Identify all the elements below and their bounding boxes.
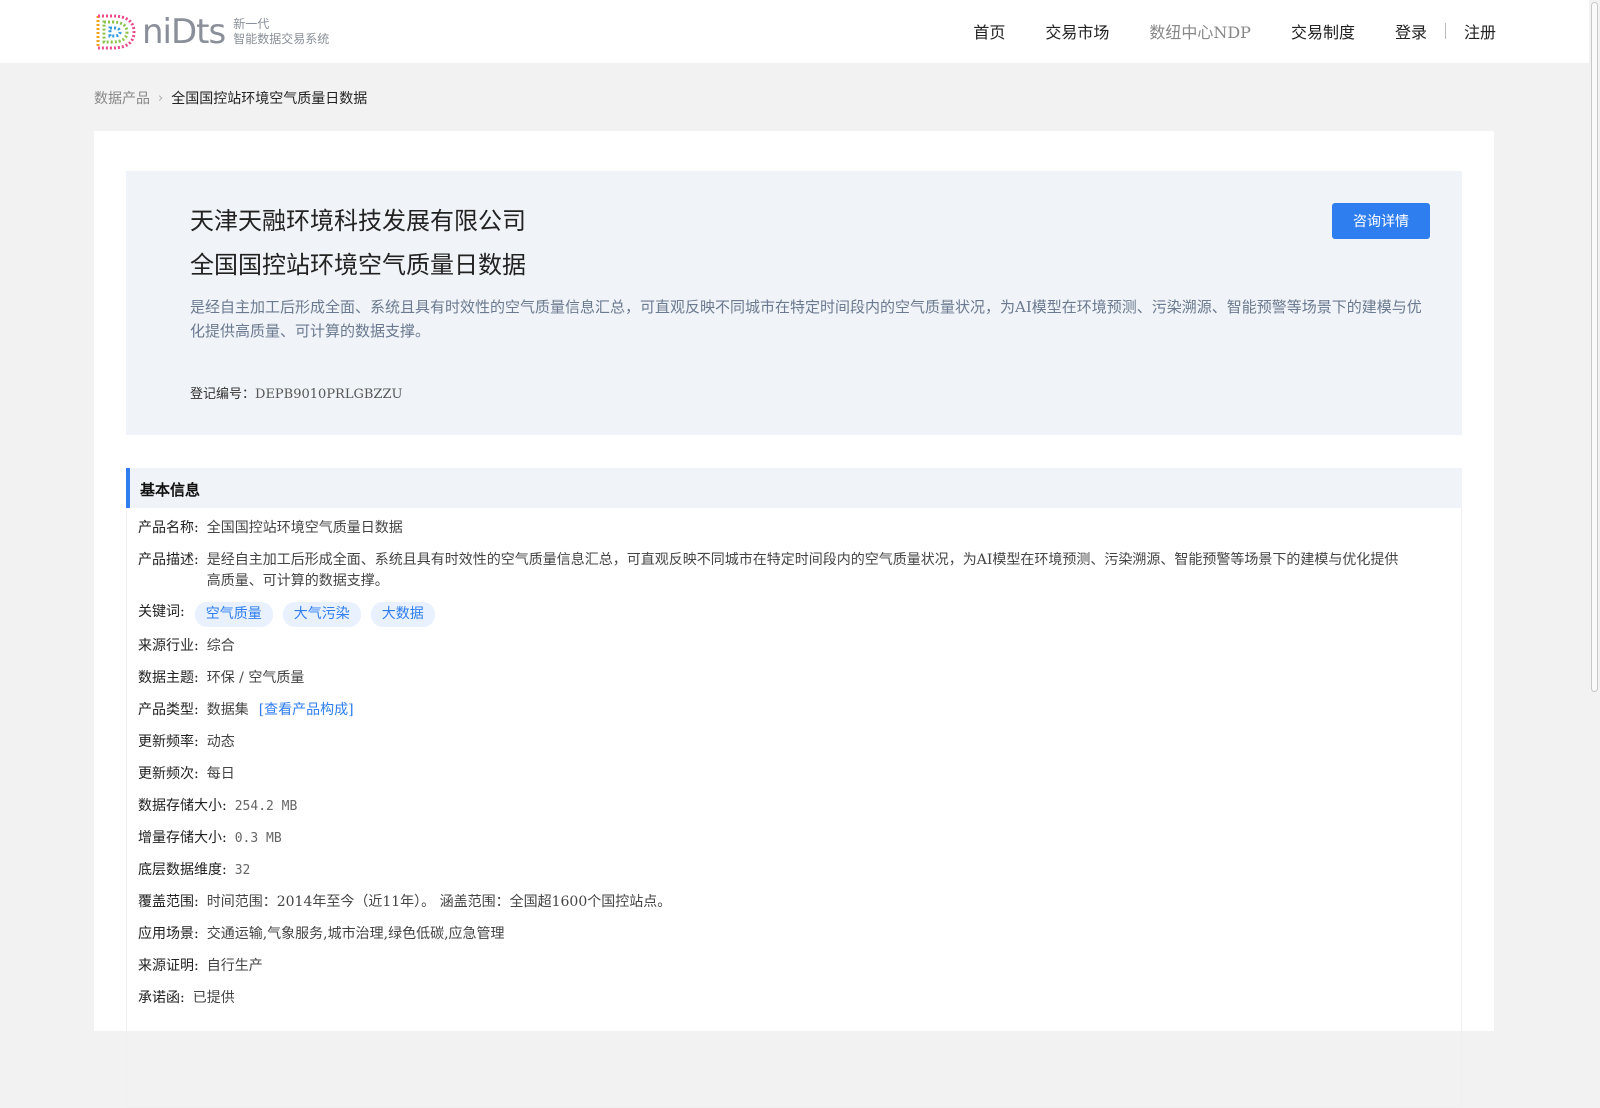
product-hero: 天津天融环境科技发展有限公司 全国国控站环境空气质量日数据 是经自主加工后形成全… bbox=[126, 171, 1462, 435]
value-update-times: 每日 bbox=[206, 766, 235, 782]
value-promise: 已提供 bbox=[192, 990, 235, 1006]
top-header: niDts 新一代 智能数据交易系统 首页 交易市场 数纽中心NDP 交易制度 … bbox=[0, 0, 1600, 63]
product-title: 全国国控站环境空气质量日数据 bbox=[190, 251, 526, 279]
keyword-tag[interactable]: 空气质量 bbox=[194, 602, 273, 627]
value-update-freq: 动态 bbox=[206, 734, 235, 750]
register-link[interactable]: 注册 bbox=[1464, 19, 1496, 43]
chevron-right-icon: › bbox=[158, 90, 164, 106]
section-title: 基本信息 bbox=[140, 481, 201, 499]
reg-label: 登记编号： bbox=[190, 387, 256, 402]
row-dimension: 底层数据维度: 32 bbox=[138, 860, 250, 881]
value-storage: 254.2 MB bbox=[234, 799, 298, 814]
breadcrumb-parent[interactable]: 数据产品 bbox=[94, 88, 150, 108]
value-dimension: 32 bbox=[234, 863, 251, 878]
value-coverage: 时间范围：2014年至今（近11年）。 涵盖范围：全国超1600个国控站点。 bbox=[206, 894, 672, 910]
row-promise: 承诺函: 已提供 bbox=[138, 988, 235, 1009]
label-update-times: 更新频次: bbox=[138, 766, 199, 782]
product-summary: 是经自主加工后形成全面、系统且具有时效性的空气质量信息汇总，可直观反映不同城市在… bbox=[190, 298, 1422, 340]
label-type: 产品类型: bbox=[138, 702, 199, 718]
nav-market[interactable]: 交易市场 bbox=[1045, 19, 1109, 43]
row-coverage: 覆盖范围: 时间范围：2014年至今（近11年）。 涵盖范围：全国超1600个国… bbox=[138, 892, 671, 913]
nav-rules[interactable]: 交易制度 bbox=[1291, 19, 1355, 43]
value-incr: 0.3 MB bbox=[234, 831, 282, 846]
consult-button[interactable]: 咨询详情 bbox=[1332, 203, 1430, 239]
basic-info-panel: 产品名称: 全国国控站环境空气质量日数据 产品描述: 是经自主加工后形成全面、系… bbox=[126, 508, 1462, 1108]
keyword-tag[interactable]: 大气污染 bbox=[282, 602, 361, 627]
row-product-desc: 产品描述: 是经自主加工后形成全面、系统且具有时效性的空气质量信息汇总，可直观反… bbox=[138, 550, 1407, 592]
row-storage: 数据存储大小: 254.2 MB bbox=[138, 796, 297, 817]
row-product-name: 产品名称: 全国国控站环境空气质量日数据 bbox=[138, 518, 403, 539]
keyword-tags: 空气质量 大气污染 大数据 bbox=[194, 602, 445, 627]
row-theme: 数据主题: 环保 / 空气质量 bbox=[138, 668, 304, 689]
value-proof: 自行生产 bbox=[206, 958, 263, 974]
nav-divider bbox=[1444, 23, 1446, 39]
label-industry: 来源行业: bbox=[138, 638, 199, 654]
company-name: 天津天融环境科技发展有限公司 bbox=[190, 207, 526, 235]
value-theme: 环保 / 空气质量 bbox=[206, 670, 305, 686]
label-product-name: 产品名称: bbox=[138, 520, 199, 536]
logo-sub-line2: 智能数据交易系统 bbox=[233, 32, 330, 46]
row-update-times: 更新频次: 每日 bbox=[138, 764, 235, 785]
keyword-tag[interactable]: 大数据 bbox=[370, 602, 435, 627]
value-product-desc: 是经自主加工后形成全面、系统且具有时效性的空气质量信息汇总，可直观反映不同城市在… bbox=[206, 552, 1399, 589]
main-nav: 首页 交易市场 数纽中心NDP 交易制度 登录 注册 bbox=[973, 19, 1496, 43]
logo[interactable]: niDts 新一代 智能数据交易系统 bbox=[94, 11, 329, 53]
registration-number: 登记编号：DEPB9010PRLGBZZU bbox=[190, 383, 402, 402]
logo-subtitle: 新一代 智能数据交易系统 bbox=[233, 17, 329, 47]
label-scenario: 应用场景: bbox=[138, 926, 199, 942]
label-coverage: 覆盖范围: bbox=[138, 894, 199, 910]
logo-sub-line1: 新一代 bbox=[233, 17, 270, 31]
label-update-freq: 更新频率: bbox=[138, 734, 199, 750]
value-scenario: 交通运输,气象服务,城市治理,绿色低碳,应急管理 bbox=[206, 926, 505, 942]
reg-value: DEPB9010PRLGBZZU bbox=[255, 387, 403, 402]
breadcrumb-current: 全国国控站环境空气质量日数据 bbox=[171, 91, 368, 107]
value-product-name: 全国国控站环境空气质量日数据 bbox=[206, 520, 403, 536]
label-keywords: 关键词: bbox=[138, 604, 185, 620]
row-keywords: 关键词: 空气质量 大气污染 大数据 bbox=[138, 602, 445, 627]
row-type: 产品类型: 数据集 [查看产品构成] bbox=[138, 700, 354, 721]
row-update-freq: 更新频率: 动态 bbox=[138, 732, 235, 753]
logo-mark-icon bbox=[96, 14, 136, 50]
label-dimension: 底层数据维度: bbox=[138, 862, 227, 878]
page-scrollbar[interactable] bbox=[1589, 0, 1600, 1000]
label-proof: 来源证明: bbox=[138, 958, 199, 974]
login-link[interactable]: 登录 bbox=[1395, 19, 1427, 43]
value-industry: 综合 bbox=[206, 638, 235, 654]
row-incr: 增量存储大小: 0.3 MB bbox=[138, 828, 282, 849]
row-industry: 来源行业: 综合 bbox=[138, 636, 235, 657]
nav-home[interactable]: 首页 bbox=[973, 19, 1005, 43]
label-theme: 数据主题: bbox=[138, 670, 199, 686]
label-storage: 数据存储大小: bbox=[138, 798, 227, 814]
section-basic-info: 基本信息 bbox=[126, 468, 1462, 508]
label-incr: 增量存储大小: bbox=[138, 830, 227, 846]
product-card: 天津天融环境科技发展有限公司 全国国控站环境空气质量日数据 是经自主加工后形成全… bbox=[94, 131, 1494, 1108]
label-promise: 承诺函: bbox=[138, 990, 185, 1006]
nav-ndp[interactable]: 数纽中心NDP bbox=[1149, 19, 1251, 43]
scrollbar-thumb[interactable] bbox=[1591, 2, 1598, 692]
view-composition-link[interactable]: [查看产品构成] bbox=[259, 700, 354, 721]
value-type: 数据集 bbox=[206, 702, 249, 718]
row-scenario: 应用场景: 交通运输,气象服务,城市治理,绿色低碳,应急管理 bbox=[138, 924, 505, 945]
row-proof: 来源证明: 自行生产 bbox=[138, 956, 263, 977]
label-product-desc: 产品描述: bbox=[138, 552, 199, 568]
logo-wordmark: niDts bbox=[142, 12, 226, 52]
breadcrumb: 数据产品 › 全国国控站环境空气质量日数据 bbox=[94, 88, 367, 108]
